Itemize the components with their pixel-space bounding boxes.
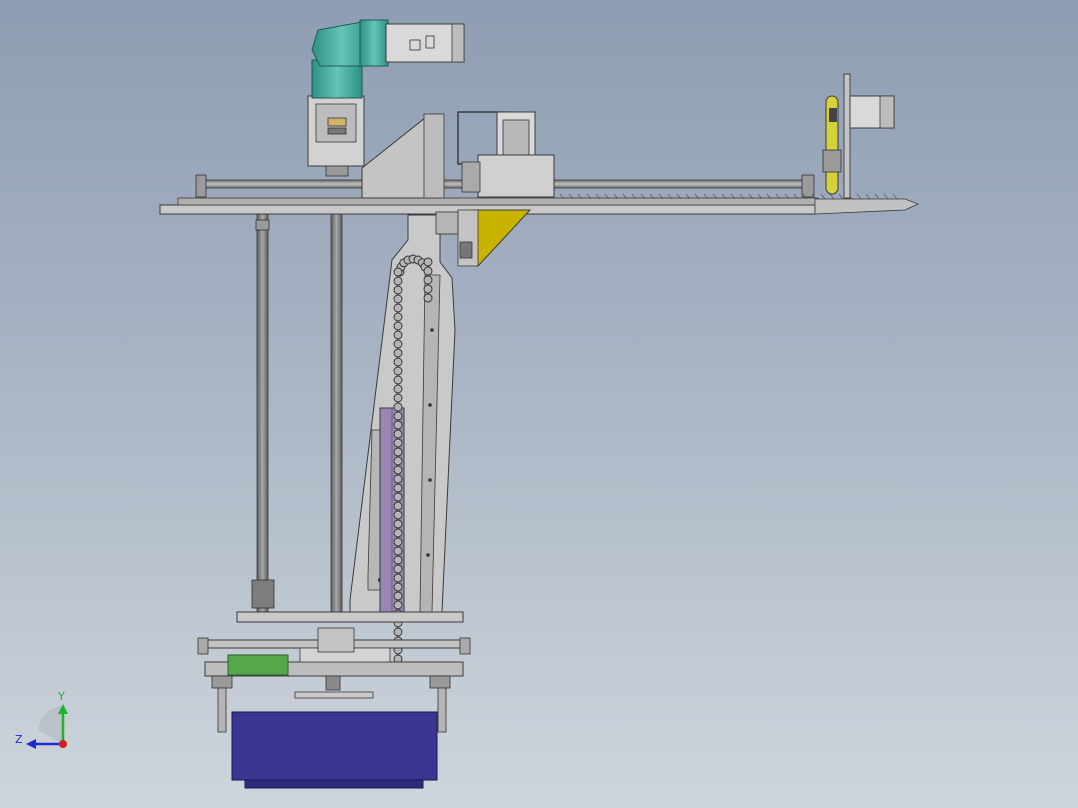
chain-link — [423, 266, 433, 276]
chain-link — [393, 438, 403, 448]
chain-link — [393, 564, 403, 574]
chain-link — [393, 528, 403, 538]
rail-ridge — [874, 193, 880, 200]
green-block — [227, 654, 289, 676]
chain-link — [393, 519, 403, 529]
vertical-rods — [251, 213, 343, 615]
chain-link — [393, 465, 403, 475]
chain-link — [423, 293, 433, 303]
rail-ridge — [838, 193, 844, 200]
rail-ridge — [865, 193, 871, 200]
rail-ridge — [892, 193, 898, 200]
chain-link — [393, 456, 403, 466]
chain-link — [393, 321, 403, 331]
chain-link — [393, 393, 403, 403]
rail-ridge — [829, 193, 835, 200]
chain-link — [393, 546, 403, 556]
middle-guide-rod — [330, 213, 343, 615]
chain-link — [393, 555, 403, 565]
rail-ridge — [856, 193, 862, 200]
rail-ridge — [883, 193, 889, 200]
yellow-gusset — [469, 209, 532, 268]
chain-link — [393, 285, 403, 295]
x-carriage — [435, 111, 555, 268]
chain-link — [393, 348, 403, 358]
chain-link — [393, 492, 403, 502]
chain-link — [393, 276, 403, 286]
chain-link — [393, 330, 403, 340]
chain-link — [393, 510, 403, 520]
chain-link — [393, 267, 403, 277]
chain-link — [423, 275, 433, 285]
chain-link — [393, 339, 403, 349]
chain-link — [393, 483, 403, 493]
chain-link — [393, 312, 403, 322]
chain-link — [393, 366, 403, 376]
chain-link — [393, 591, 403, 601]
assembly-drawing: Y Z — [15, 19, 920, 789]
collection-bin — [231, 711, 438, 781]
chain-link — [393, 447, 403, 457]
chain-link — [393, 402, 403, 412]
chain-link — [423, 284, 433, 294]
chain-link — [393, 303, 403, 313]
left-guide-rod — [256, 213, 269, 615]
chain-link — [393, 294, 403, 304]
rail-ridge — [820, 193, 826, 200]
x-axis-dot — [59, 740, 67, 748]
right-drive-motor — [822, 73, 895, 199]
chain-link — [393, 429, 403, 439]
chain-link — [393, 357, 403, 367]
chain-link — [393, 627, 403, 637]
chain-link — [393, 582, 403, 592]
chain-link — [393, 375, 403, 385]
chain-link — [393, 600, 403, 610]
chain-link — [393, 537, 403, 547]
z-axis-label: Z — [15, 733, 23, 746]
left-rod-bushing — [251, 579, 275, 609]
chain-link — [393, 411, 403, 421]
y-axis-label: Y — [57, 690, 65, 703]
cad-viewport[interactable]: Y Z — [0, 0, 1078, 808]
chain-link — [393, 573, 403, 583]
chain-link — [393, 420, 403, 430]
chain-link — [423, 257, 433, 267]
chain-link — [393, 501, 403, 511]
axis-triad: Y Z — [15, 690, 68, 749]
chain-link — [393, 384, 403, 394]
chain-link — [393, 474, 403, 484]
